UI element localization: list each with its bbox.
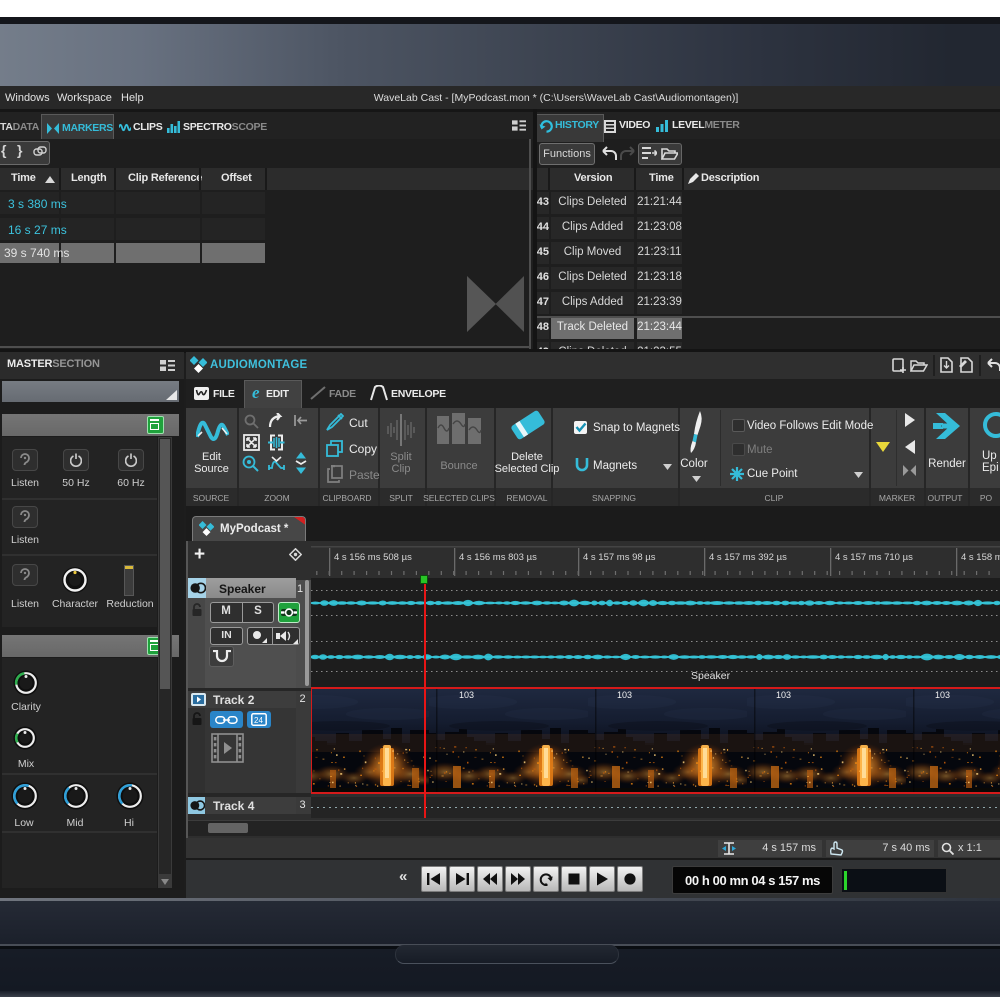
svg-text:4 s 156 ms 803 µs: 4 s 156 ms 803 µs (459, 552, 537, 563)
svg-text:4 s 158 m: 4 s 158 m (961, 552, 1000, 563)
svg-text:24: 24 (254, 716, 263, 725)
svg-text:4 s 156 ms 508 µs: 4 s 156 ms 508 µs (334, 552, 412, 563)
svg-text:4 s 157 ms 98 µs: 4 s 157 ms 98 µs (583, 552, 656, 563)
svg-text:4 s 157 ms 710 µs: 4 s 157 ms 710 µs (835, 552, 913, 563)
svg-text:4 s 157 ms 392 µs: 4 s 157 ms 392 µs (709, 552, 787, 563)
